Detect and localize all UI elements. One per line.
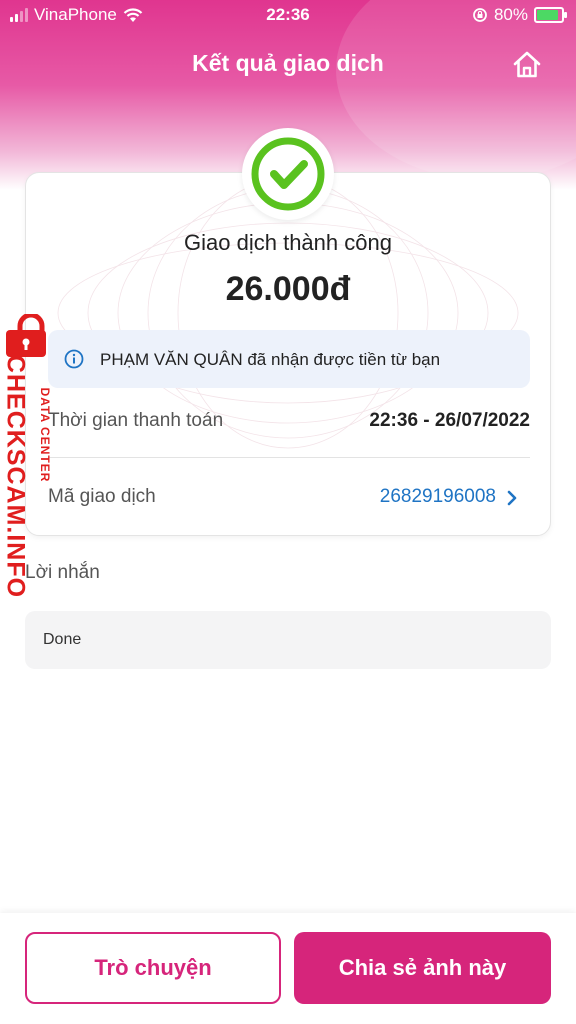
divider: [48, 457, 530, 458]
status-right: 80%: [472, 5, 567, 25]
payment-time-label: Thời gian thanh toán: [48, 410, 224, 431]
info-banner: PHẠM VĂN QUÂN đã nhận được tiền từ bạn: [48, 330, 530, 388]
chevron-right-icon[interactable]: [506, 489, 518, 507]
battery-icon: [534, 7, 567, 23]
orientation-lock-icon: [473, 8, 487, 22]
message-box: Done: [25, 611, 551, 669]
watermark-sub-text: DATA CENTER: [38, 387, 52, 483]
check-circle-icon: [251, 137, 325, 211]
transaction-id-label: Mã giao dịch: [48, 486, 156, 507]
success-badge: [242, 128, 334, 220]
message-text: Done: [43, 631, 82, 648]
page-title: Kết quả giao dịch: [192, 50, 384, 76]
amount: 26.000đ: [225, 270, 351, 308]
info-text: PHẠM VĂN QUÂN đã nhận được tiền từ bạn: [100, 350, 441, 369]
share-image-button[interactable]: Chia sẻ ảnh này: [294, 932, 551, 1004]
watermark-main-text: CHECKSCAM.INFO: [1, 354, 30, 599]
info-icon: [64, 349, 84, 369]
battery-percent: 80%: [493, 5, 528, 24]
home-icon[interactable]: [510, 48, 544, 82]
result-status: Giao dịch thành công: [184, 230, 392, 255]
payment-time-value: 22:36 - 26/07/2022: [369, 410, 530, 431]
status-bar: VinaPhone 22:36 80%: [0, 0, 576, 32]
watermark: CHECKSCAM.INFO DATA CENTER: [0, 310, 62, 598]
transaction-id-link[interactable]: 26829196008: [380, 486, 496, 508]
chat-button[interactable]: Trò chuyện: [25, 932, 281, 1004]
